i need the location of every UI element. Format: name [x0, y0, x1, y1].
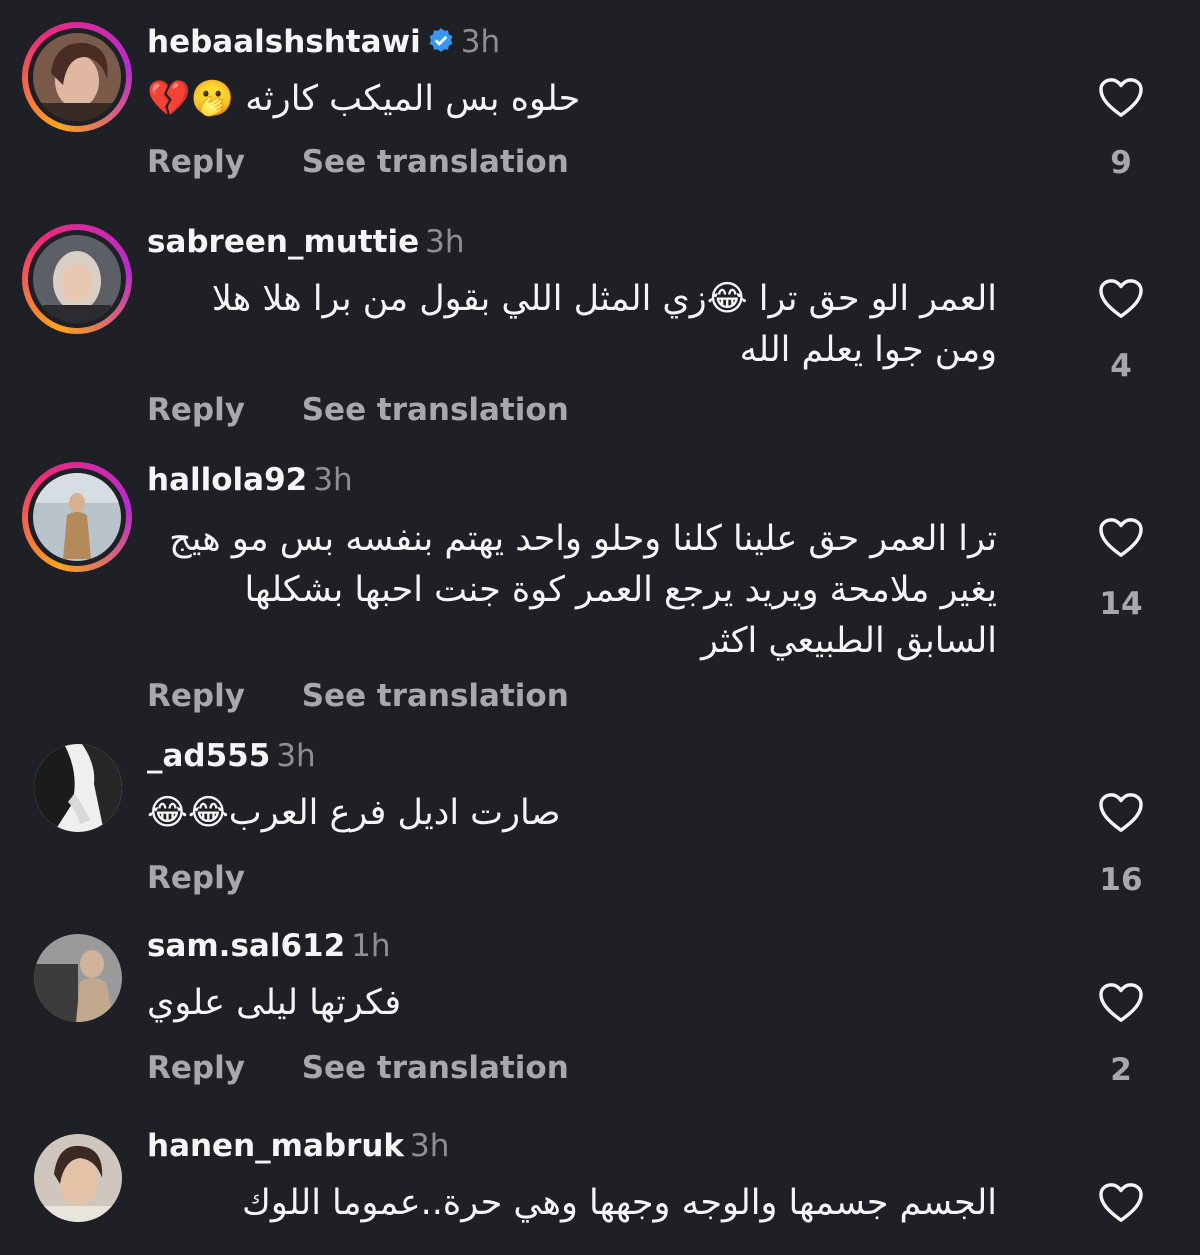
- username[interactable]: _ad555: [147, 738, 270, 774]
- timestamp: 3h: [276, 738, 316, 774]
- reply-button[interactable]: Reply: [147, 678, 245, 714]
- comment-text: الجسم جسمها والوجه وجهها وهي حرة..عموما …: [242, 1183, 997, 1223]
- comment-item: hebaalshshtawi 3h حلوه بس الميكب كارثه 🫢💔…: [0, 0, 1200, 200]
- see-translation-button[interactable]: See translation: [302, 678, 569, 714]
- heart-icon[interactable]: [1098, 792, 1144, 834]
- like-count: 16: [1099, 862, 1143, 898]
- see-translation-button[interactable]: See translation: [302, 1050, 569, 1086]
- avatar-photo-icon: [34, 744, 122, 832]
- heart-icon[interactable]: [1098, 517, 1144, 559]
- avatar[interactable]: [22, 1122, 132, 1232]
- timestamp: 3h: [410, 1128, 450, 1164]
- heart-icon[interactable]: [1098, 77, 1144, 119]
- avatar[interactable]: [22, 732, 132, 842]
- like-count: 2: [1110, 1052, 1132, 1088]
- timestamp: 3h: [425, 224, 465, 260]
- heart-icon[interactable]: [1098, 278, 1144, 320]
- username[interactable]: hebaalshshtawi: [147, 24, 421, 60]
- see-translation-button[interactable]: See translation: [302, 392, 569, 428]
- comment-item: hanen_mabruk 3h الجسم جسمها والوجه وجهها …: [0, 1120, 1200, 1255]
- username[interactable]: sam.sal612: [147, 928, 345, 964]
- avatar[interactable]: [22, 22, 132, 132]
- like-count: 4: [1110, 348, 1132, 384]
- comment-text: حلوه بس الميكب كارثه 🫢💔: [147, 79, 581, 119]
- username[interactable]: sabreen_muttie: [147, 224, 419, 260]
- avatar-photo-icon: [33, 473, 121, 561]
- reply-button[interactable]: Reply: [147, 860, 245, 896]
- avatar[interactable]: [22, 224, 132, 334]
- like-count: 9: [1110, 145, 1132, 181]
- reply-button[interactable]: Reply: [147, 392, 245, 428]
- avatar-photo-icon: [34, 1134, 122, 1222]
- comment-text: صارت اديل فرع العرب😂😂: [147, 793, 561, 833]
- username[interactable]: hallola92: [147, 462, 307, 498]
- avatar[interactable]: [22, 922, 132, 1032]
- comment-text: ترا العمر حق علينا كلنا وحلو واحد يهتم ب…: [169, 519, 997, 661]
- avatar-photo-icon: [34, 934, 122, 1022]
- comment-item: _ad555 3h صارت اديل فرع العرب😂😂 Reply 16: [0, 730, 1200, 920]
- comment-text: فكرتها ليلى علوي: [147, 983, 402, 1023]
- reply-button[interactable]: Reply: [147, 1050, 245, 1086]
- see-translation-button[interactable]: See translation: [302, 144, 569, 180]
- heart-icon[interactable]: [1098, 1182, 1144, 1224]
- comment-item: sabreen_muttie 3h العمر الو حق ترا 😂زي ال…: [0, 200, 1200, 460]
- like-count: 14: [1099, 586, 1143, 622]
- avatar-photo-icon: [33, 33, 121, 121]
- username[interactable]: hanen_mabruk: [147, 1128, 404, 1164]
- avatar-photo-icon: [33, 235, 121, 323]
- avatar[interactable]: [22, 462, 132, 572]
- comment-text: العمر الو حق ترا 😂زي المثل اللي بقول من …: [211, 279, 997, 370]
- timestamp: 3h: [313, 462, 353, 498]
- timestamp: 3h: [460, 24, 501, 60]
- comment-item: hallola92 3h ترا العمر حق علينا كلنا وحلو…: [0, 460, 1200, 730]
- verified-badge-icon: [429, 28, 453, 52]
- heart-icon[interactable]: [1098, 982, 1144, 1024]
- timestamp: 1h: [351, 928, 391, 964]
- reply-button[interactable]: Reply: [147, 144, 245, 180]
- comment-item: sam.sal612 1h فكرتها ليلى علوي Reply See …: [0, 920, 1200, 1120]
